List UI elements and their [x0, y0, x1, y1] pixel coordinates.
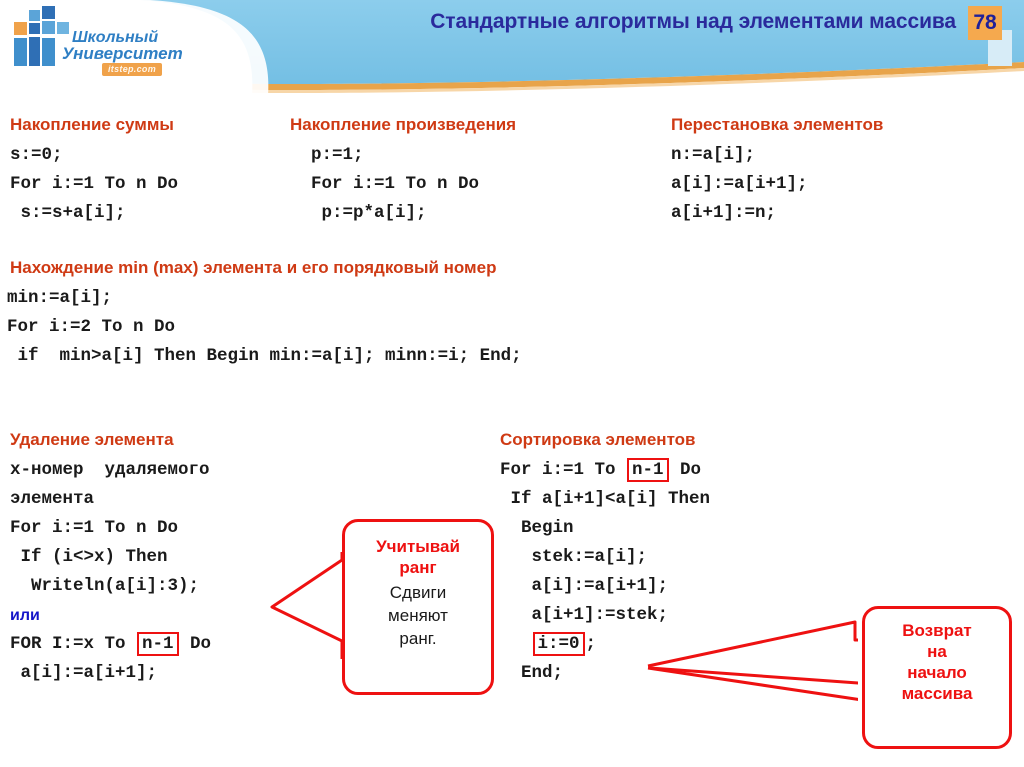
section-delete-heading: Удаление элемента — [10, 430, 174, 449]
callout-rank-body-line2: меняют — [388, 606, 448, 625]
callout-rank: Учитывай ранг Сдвиги меняют ранг. — [342, 519, 494, 695]
spacer-2 — [855, 628, 862, 636]
sort-line-8-wrap: End; — [500, 659, 710, 688]
sort-line-7-tail: ; — [585, 634, 597, 654]
logo-square-blue-1 — [29, 10, 40, 21]
page-number: 78 — [968, 6, 1002, 40]
sort-line-5-wrap: a[i]:=a[i+1]; — [500, 572, 710, 601]
section-swap-heading: Перестановка элементов — [671, 115, 884, 134]
header-banner: Школьный Университет itstep.com Стандарт… — [0, 0, 1024, 96]
spacer — [836, 650, 862, 662]
callout-rank-title-line1: Учитывай — [376, 537, 460, 556]
sort-line-1-wrap: For i:=1 To n-1 Do — [500, 456, 710, 485]
section-minmax: Нахождение min (max) элемента и его поря… — [7, 258, 522, 371]
sort-i-reset-box: i:=0 — [532, 632, 585, 656]
delete-line-4: If (i<>x) Then — [10, 547, 168, 567]
logo: Школьный Университет itstep.com — [14, 6, 194, 76]
logo-square-blue-4 — [42, 21, 55, 34]
callout-return-line3: начало — [907, 663, 967, 682]
logo-bar-mid — [29, 37, 40, 66]
delete-line-5: Writeln(a[i]:3); — [10, 576, 200, 596]
section-swap: Перестановка элементов n:=a[i]; a[i]:=a[… — [671, 115, 883, 228]
logo-square-blue-3 — [29, 23, 40, 34]
delete-line-7-wrap: a[i]:=a[i+1]; — [10, 659, 211, 688]
sort-line-2-wrap: If a[i+1]<a[i] Then — [500, 485, 711, 514]
delete-line-4-wrap: If (i<>x) Then — [10, 543, 211, 572]
sort-line-3: Begin — [500, 518, 574, 538]
rank-bubble-tail — [270, 552, 344, 659]
delete-line-6-prefix: FOR I:=x To — [10, 634, 137, 654]
logo-square-orange — [14, 22, 27, 35]
sort-line-3-wrap: Begin — [500, 514, 710, 543]
delete-n-minus-1-box: n-1 — [137, 632, 179, 656]
section-sum-code: s:=0; For i:=1 To n Do s:=s+a[i]; — [10, 145, 179, 223]
section-minmax-code: min:=a[i]; For i:=2 To n Do if min>a[i] … — [7, 288, 522, 366]
sort-line-1-suffix: Do — [669, 460, 702, 480]
callout-rank-title-line2: ранг — [399, 558, 437, 577]
section-delete: Удаление элемента x-номер удаляемого эле… — [10, 430, 211, 688]
section-product-code: p:=1; For i:=1 To n Do p:=p*a[i]; — [311, 145, 480, 223]
section-delete-code: x-номер удаляемого — [10, 456, 211, 485]
section-swap-code: n:=a[i]; a[i]:=a[i+1]; a[i+1]:=n; — [671, 145, 808, 223]
logo-bar-right — [42, 38, 55, 66]
sort-line-7-wrap: i:=0; — [500, 630, 710, 659]
delete-line-6-suffix: Do — [179, 634, 212, 654]
logo-square-blue-5 — [57, 22, 69, 34]
delete-line-6-wrap: FOR I:=x To n-1 Do — [10, 630, 211, 659]
sort-line-1-prefix: For i:=1 To — [500, 460, 627, 480]
section-sum-heading: Накопление суммы — [10, 115, 174, 134]
callout-return-line2: на — [927, 642, 947, 661]
logo-badge: itstep.com — [102, 63, 163, 76]
sort-line-8: End; — [500, 663, 564, 683]
section-minmax-heading: Нахождение min (max) элемента и его поря… — [10, 258, 497, 277]
sort-line-4-wrap: stek:=a[i]; — [500, 543, 710, 572]
delete-line-1: x-номер удаляемого — [10, 460, 210, 480]
delete-line-5-wrap: Writeln(a[i]:3); — [10, 572, 211, 601]
delete-line-7: a[i]:=a[i+1]; — [10, 663, 158, 683]
delete-line-2-wrap: элемента — [10, 485, 211, 514]
callout-rank-body-line1: Сдвиги — [389, 583, 447, 602]
callout-return-line4: массива — [901, 684, 973, 703]
sort-line-6-wrap: a[i+1]:=stek; — [500, 601, 710, 630]
sort-line-5: a[i]:=a[i+1]; — [500, 576, 669, 596]
section-sort-heading: Сортировка элементов — [500, 430, 696, 449]
callout-rank-body-line3: ранг. — [399, 629, 437, 648]
section-sort: Сортировка элементов For i:=1 To n-1 Do … — [500, 430, 710, 688]
logo-text-line2: Университет — [62, 44, 183, 63]
section-product-heading: Накопление произведения — [290, 115, 517, 134]
delete-line-3-wrap: For i:=1 To n Do — [10, 514, 211, 543]
section-sum: Накопление суммы s:=0; For i:=1 To n Do … — [10, 115, 178, 228]
sort-line-2: If a[i+1]<a[i] Then — [500, 489, 711, 509]
callout-return-line1: Возврат — [902, 621, 972, 640]
callout-return: Возврат на начало массива — [862, 606, 1012, 749]
section-product: Накопление произведения p:=1; For i:=1 T… — [290, 115, 516, 228]
sort-n-minus-1-box: n-1 — [627, 458, 669, 482]
delete-line-2: элемента — [10, 489, 95, 509]
logo-bar-left — [14, 38, 27, 66]
logo-square-blue-2 — [42, 6, 55, 19]
sort-line-4: stek:=a[i]; — [500, 547, 648, 567]
delete-line-3: For i:=1 To n Do — [10, 518, 179, 538]
page-title: Стандартные алгоритмы над элементами мас… — [430, 10, 956, 33]
sort-line-6: a[i+1]:=stek; — [500, 605, 669, 625]
delete-or-label: или — [10, 607, 40, 624]
